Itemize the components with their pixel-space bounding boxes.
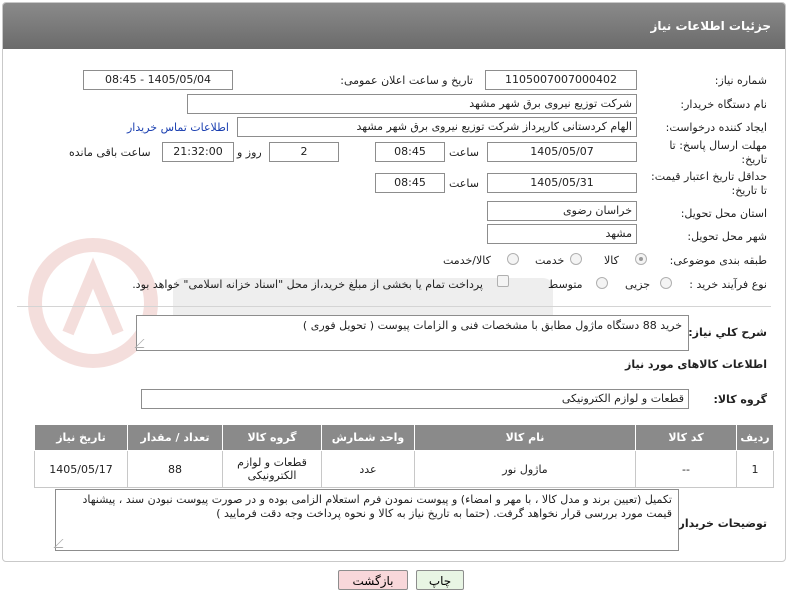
- summary-label: شرح کلي نياز:: [688, 326, 767, 339]
- requester-field: الهام کردستانی کارپرداز شرکت توزیع نیروی…: [237, 117, 637, 137]
- purchase-radio-minor[interactable]: [660, 277, 672, 289]
- purchase-radio-medium[interactable]: [596, 277, 608, 289]
- buyer-contact-link[interactable]: اطلاعات تماس خریدار: [127, 121, 229, 134]
- province-field: خراسان رضوی: [487, 201, 637, 221]
- cell-date: 1405/05/17: [34, 450, 128, 488]
- col-header-date: تاریخ نیاز: [34, 424, 128, 451]
- deadline-date-field: 1405/05/07: [487, 142, 637, 162]
- purchase-option-medium: متوسط: [548, 278, 583, 291]
- goods-group-label: گروه کالا:: [713, 393, 767, 406]
- deadline-label-2: تاریخ:: [741, 153, 767, 166]
- col-header-group: گروه کالا: [222, 424, 322, 451]
- deadline-time-label: ساعت: [449, 146, 479, 159]
- province-label: استان محل تحویل:: [680, 207, 767, 220]
- watermark-logo: [28, 238, 553, 368]
- col-header-unit: واحد شمارش: [321, 424, 415, 451]
- divider: [17, 306, 771, 307]
- deadline-days-label: روز و: [237, 146, 262, 159]
- cell-group: قطعات و لوازم الکترونیکی: [222, 450, 322, 488]
- back-button[interactable]: بازگشت: [338, 570, 408, 590]
- cell-unit: عدد: [321, 450, 415, 488]
- deadline-time-field: 08:45: [375, 142, 445, 162]
- panel-header: جزئیات اطلاعات نیاز: [3, 3, 785, 49]
- buyer-org-label: نام دستگاه خریدار:: [680, 98, 767, 111]
- deadline-days-field: 2: [269, 142, 339, 162]
- table-row: 1 -- ماژول نور عدد قطعات و لوازم الکترون…: [34, 450, 774, 488]
- resize-handle[interactable]: [53, 539, 72, 548]
- remaining-time-field: 21:32:00: [162, 142, 234, 162]
- cell-row-number: 1: [736, 450, 774, 488]
- cell-code: --: [635, 450, 737, 488]
- purchase-type-label: نوع فرآیند خرید :: [689, 278, 767, 291]
- cell-qty: 88: [127, 450, 223, 488]
- summary-field: خرید 88 دستگاه ماژول مطابق با مشخصات فنی…: [134, 315, 689, 351]
- price-validity-time-field: 08:45: [375, 173, 445, 193]
- category-radio-goods-service[interactable]: [507, 253, 519, 265]
- category-radio-goods[interactable]: [635, 253, 647, 265]
- category-option-service: خدمت: [535, 254, 565, 267]
- price-validity-time-label: ساعت: [449, 177, 479, 190]
- price-validity-date-field: 1405/05/31: [487, 173, 637, 193]
- treasury-payment-checkbox[interactable]: [497, 275, 509, 287]
- announce-datetime-field: 1405/05/04 - 08:45: [83, 70, 233, 90]
- buyer-notes-text: تکمیل (تعیین برند و مدل کالا ، با مهر و …: [82, 493, 672, 520]
- purchase-option-minor: جزیی: [625, 278, 651, 291]
- city-label: شهر محل تحویل:: [687, 230, 767, 243]
- category-label: طبقه بندی موضوعی:: [669, 254, 767, 267]
- items-table: ردیف کد کالا نام کالا واحد شمارش گروه کا…: [34, 424, 774, 488]
- category-option-goods: کالا: [604, 254, 619, 267]
- announce-datetime-label: تاریخ و ساعت اعلان عمومی:: [340, 74, 473, 87]
- print-button[interactable]: چاپ: [416, 570, 464, 590]
- price-validity-label-2: تا تاریخ:: [731, 184, 767, 197]
- requester-label: ایجاد کننده درخواست:: [665, 121, 767, 134]
- category-option-goods-service: کالا/خدمت: [443, 254, 491, 267]
- buyer-notes-field: تکمیل (تعیین برند و مدل کالا ، با مهر و …: [53, 489, 679, 551]
- goods-group-field: قطعات و لوازم الکترونیکی: [141, 389, 689, 409]
- city-field: مشهد: [487, 224, 637, 244]
- col-header-name: نام کالا: [414, 424, 636, 451]
- resize-handle[interactable]: [134, 339, 153, 348]
- need-number-label: شماره نیاز:: [714, 74, 767, 87]
- deadline-label-1: مهلت ارسال پاسخ: تا: [669, 139, 767, 152]
- col-header-code: کد کالا: [635, 424, 737, 451]
- buyer-notes-label: توضیحات خریدار:: [674, 517, 767, 530]
- col-header-qty: تعداد / مقدار: [127, 424, 223, 451]
- col-header-row-number: ردیف: [736, 424, 774, 451]
- need-number-field: 1105007007000402: [485, 70, 637, 90]
- treasury-payment-note: پرداخت تمام یا بخشی از مبلغ خرید،از محل …: [132, 278, 483, 291]
- panel-title: جزئیات اطلاعات نیاز: [650, 19, 771, 33]
- summary-text: خرید 88 دستگاه ماژول مطابق با مشخصات فنی…: [302, 319, 682, 332]
- category-radio-service[interactable]: [570, 253, 582, 265]
- remaining-time-label: ساعت باقی مانده: [69, 146, 151, 159]
- table-header-row: ردیف کد کالا نام کالا واحد شمارش گروه کا…: [34, 424, 774, 451]
- price-validity-label-1: حداقل تاریخ اعتبار قیمت:: [651, 170, 767, 183]
- goods-section-title: اطلاعات کالاهای مورد نیاز: [625, 358, 767, 371]
- cell-name: ماژول نور: [414, 450, 636, 488]
- buyer-org-field: شرکت توزیع نیروی برق شهر مشهد: [187, 94, 637, 114]
